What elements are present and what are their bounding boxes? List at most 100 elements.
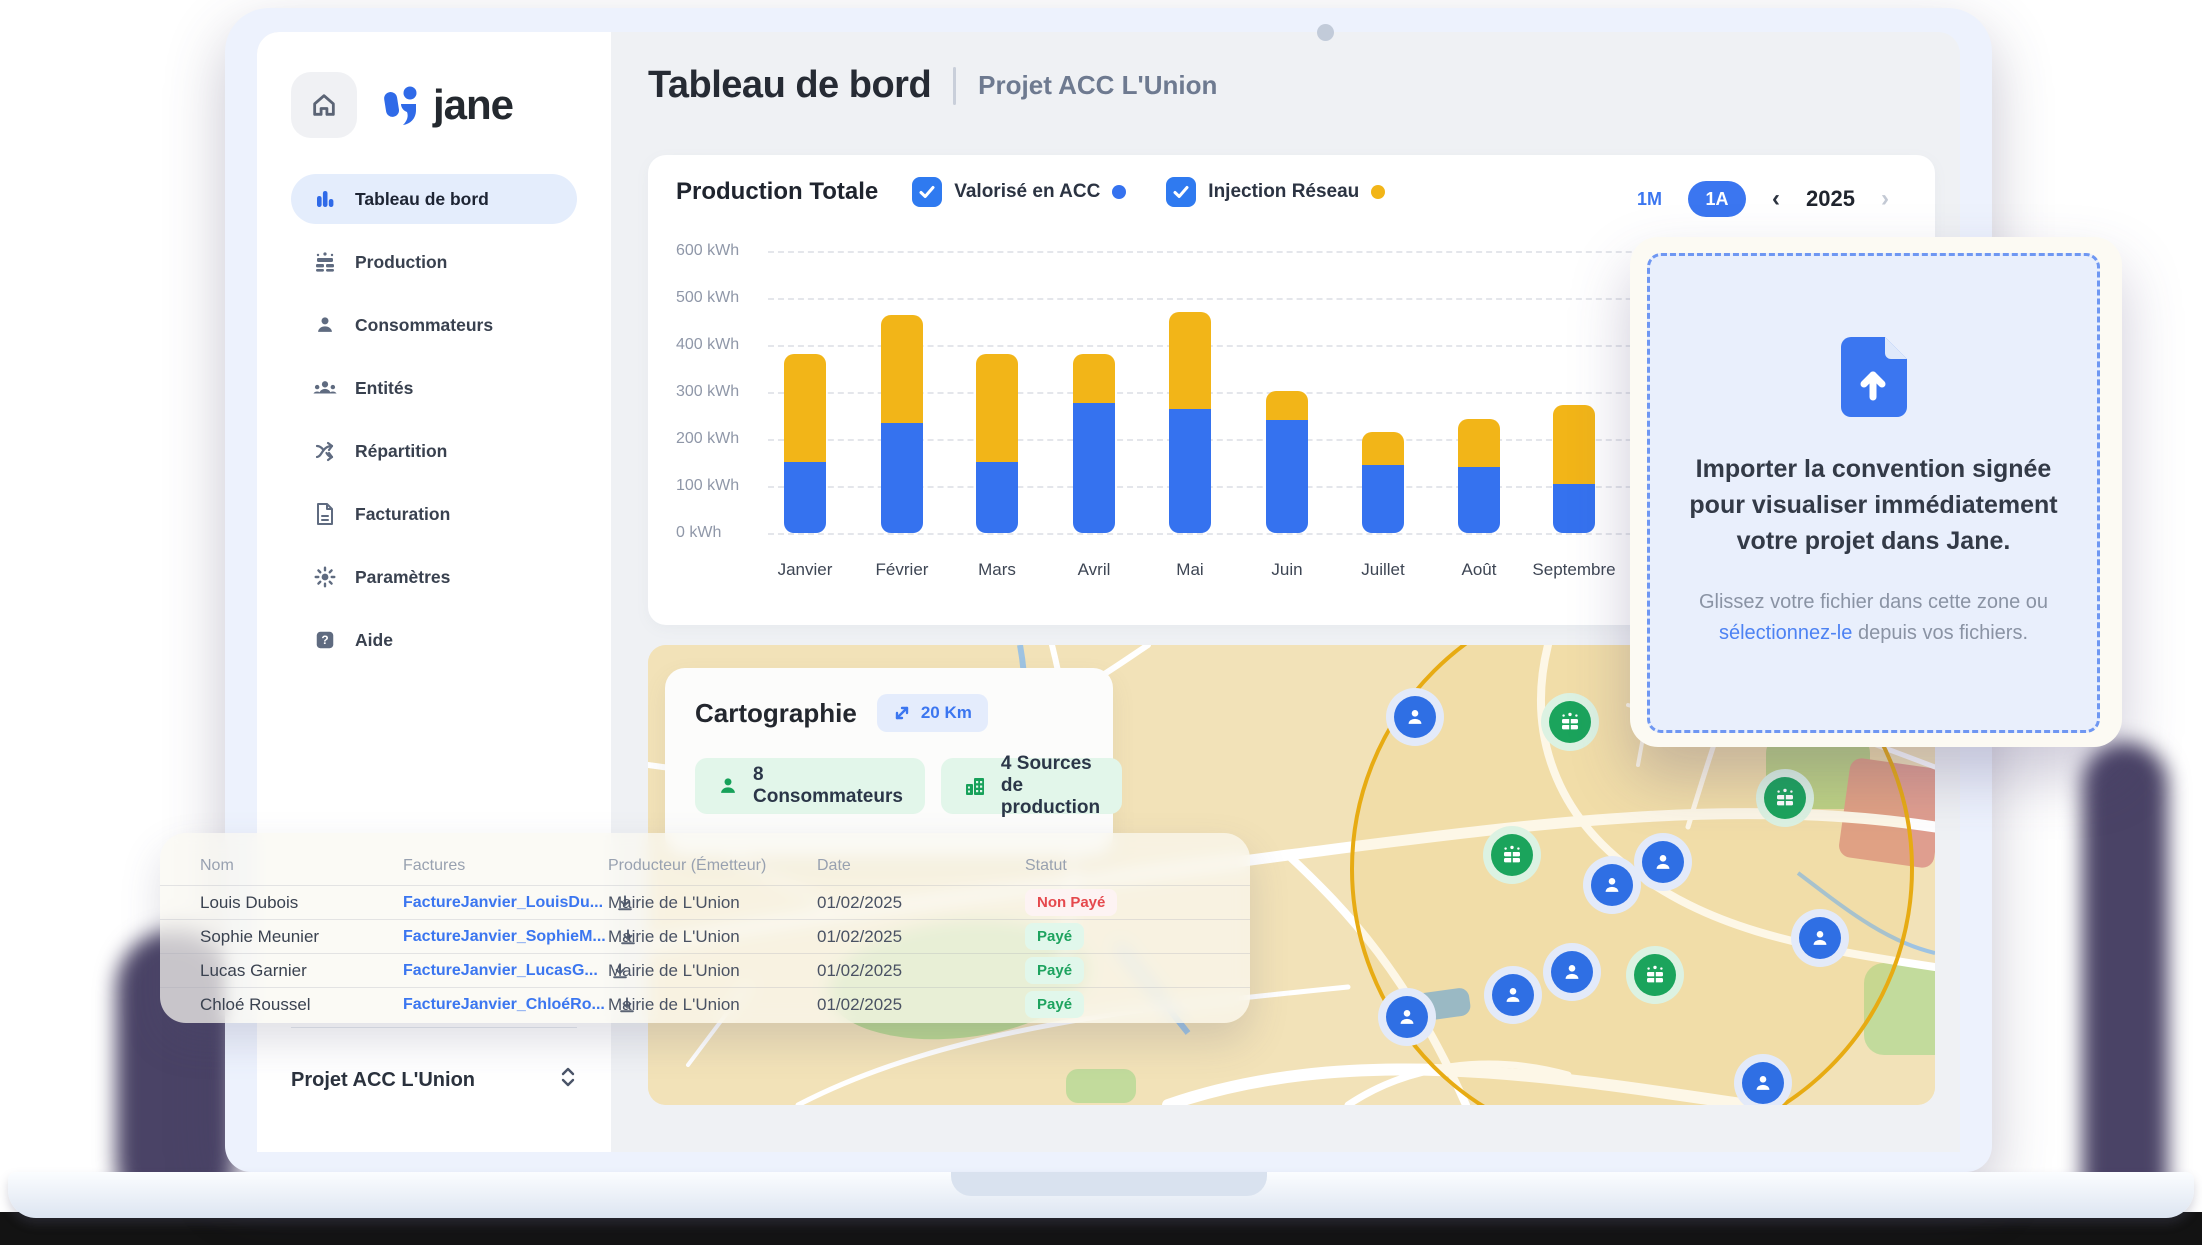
bar-segment-acc — [881, 423, 923, 533]
consumer-marker[interactable] — [1791, 909, 1849, 967]
cell-name: Louis Dubois — [200, 893, 403, 913]
producer-marker[interactable] — [1541, 693, 1599, 751]
upload-convention-card: Importer la convention signée pour visua… — [1630, 237, 2122, 747]
y-axis-tick: 400 kWh — [648, 336, 752, 354]
bar-avril[interactable] — [1073, 354, 1115, 533]
consumer-marker[interactable] — [1378, 988, 1436, 1046]
x-axis-label: Août — [1462, 560, 1497, 580]
bar-août[interactable] — [1458, 419, 1500, 533]
cell-producer: Mairie de L'Union — [608, 961, 817, 981]
cell-date: 01/02/2025 — [817, 893, 1025, 913]
person-icon — [717, 775, 739, 797]
y-axis-tick: 500 kWh — [648, 289, 752, 307]
help-icon: ? — [313, 628, 337, 652]
consumers-count-badge: 8 Consommateurs — [695, 758, 925, 814]
producers-count-badge: 4 Sources de production — [941, 758, 1122, 814]
sidebar-item-r-partition[interactable]: Répartition — [291, 426, 577, 476]
consumer-marker[interactable] — [1634, 833, 1692, 891]
marker-person-icon — [1386, 996, 1428, 1038]
producer-marker[interactable] — [1483, 826, 1541, 884]
upload-subtitle-after: depuis vos fichiers. — [1852, 622, 2028, 644]
sidebar-item-facturation[interactable]: Facturation — [291, 489, 577, 539]
bar-septembre[interactable] — [1553, 405, 1595, 533]
sidebar-item-label: Tableau de bord — [355, 189, 489, 210]
invoice-link[interactable]: FactureJanvier_LouisDu... — [403, 894, 603, 912]
status-badge: Payé — [1025, 923, 1084, 950]
sidebar-item-production[interactable]: Production — [291, 237, 577, 287]
bar-juillet[interactable] — [1362, 432, 1404, 533]
invoice-table-header: NomFacturesProducteur (Émetteur)DateStat… — [160, 847, 1250, 885]
distance-badge[interactable]: 20 Km — [877, 694, 988, 732]
cell-name: Sophie Meunier — [200, 927, 403, 947]
invoice-link[interactable]: FactureJanvier_ChloéRo... — [403, 996, 605, 1014]
bar-segment-injection — [784, 354, 826, 462]
logo: jane — [373, 79, 513, 131]
table-row: Chloé RousselFactureJanvier_ChloéRo...Ma… — [160, 987, 1250, 1021]
cell-status: Non Payé — [1025, 889, 1250, 916]
distance-badge-label: 20 Km — [921, 703, 972, 723]
consumer-marker[interactable] — [1734, 1054, 1792, 1105]
sidebar-item-label: Entités — [355, 378, 413, 399]
cell-status: Payé — [1025, 991, 1250, 1018]
invoice-link[interactable]: FactureJanvier_LucasG... — [403, 962, 598, 980]
sidebar-item-entit-s[interactable]: Entités — [291, 363, 577, 413]
sidebar-item-label: Répartition — [355, 441, 447, 462]
bar-mars[interactable] — [976, 354, 1018, 533]
sidebar-item-label: Consommateurs — [355, 315, 493, 336]
consumer-marker[interactable] — [1543, 943, 1601, 1001]
marker-person-icon — [1492, 974, 1534, 1016]
sidebar-item-aide[interactable]: ?Aide — [291, 615, 577, 665]
project-selector[interactable]: Projet ACC L'Union — [291, 1066, 577, 1094]
marker-person-icon — [1742, 1062, 1784, 1104]
upload-dropzone[interactable]: Importer la convention signée pour visua… — [1647, 253, 2100, 733]
sidebar-item-tableau-de-bord[interactable]: Tableau de bord — [291, 174, 577, 224]
table-row: Lucas GarnierFactureJanvier_LucasG...Mai… — [160, 953, 1250, 987]
building-icon — [963, 774, 987, 798]
bar-janvier[interactable] — [784, 354, 826, 533]
y-axis-tick: 600 kWh — [648, 242, 752, 260]
sidebar-item-consommateurs[interactable]: Consommateurs — [291, 300, 577, 350]
consumer-marker[interactable] — [1386, 688, 1444, 746]
sidebar-item-param-tres[interactable]: Paramètres — [291, 552, 577, 602]
producer-marker[interactable] — [1756, 769, 1814, 827]
column-header: Factures — [403, 857, 608, 875]
project-selector-label: Projet ACC L'Union — [291, 1069, 475, 1092]
upload-subtitle-before: Glissez votre fichier dans cette zone ou — [1699, 591, 2048, 613]
x-axis-label: Juin — [1271, 560, 1302, 580]
producer-marker[interactable] — [1626, 946, 1684, 1004]
column-header: Nom — [200, 857, 403, 875]
bar-février[interactable] — [881, 315, 923, 533]
laptop-base-notch — [951, 1172, 1267, 1196]
home-button[interactable] — [291, 72, 357, 138]
logo-text: jane — [433, 81, 513, 129]
x-axis-label: Janvier — [778, 560, 833, 580]
upload-title: Importer la convention signée pour visua… — [1678, 451, 2069, 560]
consumer-marker[interactable] — [1484, 966, 1542, 1024]
consumer-marker[interactable] — [1583, 856, 1641, 914]
invoice-link[interactable]: FactureJanvier_SophieM... — [403, 928, 606, 946]
bar-segment-injection — [1458, 419, 1500, 467]
column-header: Producteur (Émetteur) — [608, 857, 817, 875]
cell-producer: Mairie de L'Union — [608, 995, 817, 1015]
group-icon — [313, 376, 337, 400]
panel-icon — [313, 250, 337, 274]
cell-status: Payé — [1025, 923, 1250, 950]
cell-date: 01/02/2025 — [817, 995, 1025, 1015]
shuffle-icon — [313, 439, 337, 463]
bar-juin[interactable] — [1266, 391, 1308, 533]
title-separator — [953, 67, 956, 105]
upload-select-link[interactable]: sélectionnez-le — [1719, 622, 1852, 644]
cell-date: 01/02/2025 — [817, 961, 1025, 981]
cell-name: Chloé Roussel — [200, 995, 403, 1015]
invoice-table: NomFacturesProducteur (Émetteur)DateStat… — [160, 833, 1250, 1023]
bar-segment-injection — [881, 315, 923, 423]
map-count-badges: 8 Consommateurs4 Sources de production — [695, 758, 1083, 814]
status-badge: Non Payé — [1025, 889, 1117, 916]
bar-mai[interactable] — [1169, 312, 1211, 533]
marker-solar-icon — [1491, 834, 1533, 876]
bar-segment-acc — [976, 462, 1018, 533]
column-header: Statut — [1025, 857, 1250, 875]
page-subtitle: Projet ACC L'Union — [978, 70, 1217, 101]
x-axis-label: Mars — [978, 560, 1016, 580]
cell-invoice: FactureJanvier_ChloéRo... — [403, 995, 608, 1015]
